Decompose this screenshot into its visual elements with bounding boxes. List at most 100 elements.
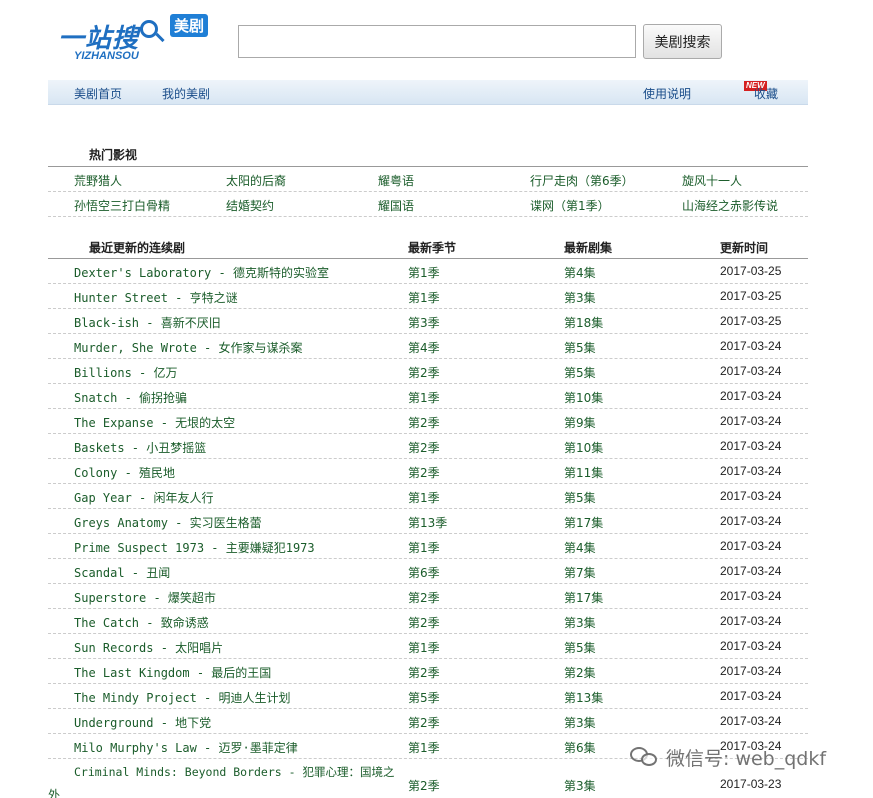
season-cell: 第6季 [408,566,440,580]
nav-help[interactable]: 使用说明 [643,85,691,102]
hot-section-title: 热门影视 [89,148,138,162]
watermark-text: 微信号: web_qdkf [666,747,827,770]
table-row: The Last Kingdom - 最后的王国 第2季 第2集 2017-03-24 [48,659,808,684]
table-row: Scandal - 丑闻 第6季 第7集 2017-03-24 [48,559,808,584]
episode-cell: 第4集 [564,541,596,555]
episode-cell: 第6集 [564,741,596,755]
season-cell: 第2季 [408,716,440,730]
hot-item-link[interactable]: 旋风十一人 [682,172,742,189]
search-button[interactable]: 美剧搜索 [643,24,722,59]
show-title-link[interactable]: Black-ish - 喜新不厌旧 [74,314,221,331]
show-title-link[interactable]: The Expanse - 无垠的太空 [74,414,235,431]
logo-english: YIZHANSOU [74,50,139,62]
show-title-link[interactable]: Murder, She Wrote - 女作家与谋杀案 [74,339,303,356]
hot-item-link[interactable]: 行尸走肉（第6季） [530,172,634,189]
col-season-header: 最新季节 [408,241,457,255]
hot-item-link[interactable]: 耀粤语 [378,172,414,189]
updates-list: Dexter's Laboratory - 德克斯特的实验室 第1季 第4集 2017… [48,259,808,759]
show-title-link[interactable]: Sun Records - 太阳唱片 [74,639,223,656]
table-row: Dexter's Laboratory - 德克斯特的实验室 第1季 第4集 2017… [48,259,808,284]
date-cell: 2017-03-24 [720,689,782,703]
table-row: Greys Anatomy - 实习医生格蕾 第13季 第17集 2017-03-24 [48,509,808,534]
date-cell: 2017-03-24 [720,714,782,728]
season-cell: 第1季 [408,741,440,755]
col-episode-header: 最新剧集 [564,241,613,255]
show-title-link[interactable]: Criminal Minds: Beyond Borders - 犯罪心理：国境… [74,764,394,780]
nav-my-shows[interactable]: 我的美剧 [162,85,210,102]
show-title-link[interactable]: Greys Anatomy - 实习医生格蕾 [74,514,262,531]
date-cell: 2017-03-24 [720,614,782,628]
episode-cell: 第3集 [564,616,596,630]
nav-bar: 美剧首页 我的美剧 使用说明 NEW 收藏 [48,80,808,105]
episode-cell: 第13集 [564,691,604,705]
season-cell: 第1季 [408,291,440,305]
episode-cell: 第10集 [564,441,604,455]
season-cell: 第1季 [408,541,440,555]
hot-row: 荒野猎人 太阳的后裔 耀粤语 行尸走肉（第6季） 旋风十一人 [48,167,808,192]
episode-cell: 第7集 [564,566,596,580]
episode-cell: 第3集 [564,716,596,730]
show-title-wrap[interactable]: 外 [48,786,60,798]
table-row: Snatch - 偷拐抢骗 第1季 第10集 2017-03-24 [48,384,808,409]
hot-item-link[interactable]: 山海经之赤影传说 [682,197,778,214]
show-title-link[interactable]: Prime Suspect 1973 - 主要嫌疑犯1973 [74,539,315,556]
logo-badge: 美剧 [170,14,209,37]
show-title-link[interactable]: Hunter Street - 亨特之谜 [74,289,238,306]
table-row: Underground - 地下党 第2季 第3集 2017-03-24 [48,709,808,734]
date-cell: 2017-03-24 [720,539,782,553]
show-title-link[interactable]: The Mindy Project - 明迪人生计划 [74,689,291,706]
show-title-link[interactable]: Superstore - 爆笑超市 [74,589,216,606]
show-title-link[interactable]: Snatch - 偷拐抢骗 [74,389,187,406]
hot-item-link[interactable]: 太阳的后裔 [226,172,286,189]
hot-item-link[interactable]: 孙悟空三打白骨精 [74,197,170,214]
table-row: Colony - 殖民地 第2季 第11集 2017-03-24 [48,459,808,484]
show-title-link[interactable]: Baskets - 小丑梦摇篮 [74,439,206,456]
season-cell: 第2季 [408,366,440,380]
date-cell: 2017-03-24 [720,664,782,678]
show-title-link[interactable]: Underground - 地下党 [74,714,211,731]
show-title-link[interactable]: Colony - 殖民地 [74,464,175,481]
search-input[interactable] [238,25,636,58]
season-cell: 第2季 [408,416,440,430]
date-cell: 2017-03-24 [720,439,782,453]
show-title-link[interactable]: The Last Kingdom - 最后的王国 [74,664,271,681]
episode-cell: 第11集 [564,466,604,480]
show-title-link[interactable]: Scandal - 丑闻 [74,564,170,581]
site-logo[interactable]: 一站搜 美剧 YIZHANSOU [58,14,218,66]
hot-item-link[interactable]: 结婚契约 [226,197,274,214]
episode-cell: 第10集 [564,391,604,405]
nav-home[interactable]: 美剧首页 [74,85,122,102]
date-cell: 2017-03-24 [720,489,782,503]
season-cell: 第2季 [408,779,440,793]
table-row: The Expanse - 无垠的太空 第2季 第9集 2017-03-24 [48,409,808,434]
season-cell: 第2季 [408,591,440,605]
date-cell: 2017-03-24 [720,639,782,653]
updates-title: 最近更新的连续剧 [89,241,186,255]
col-date-header: 更新时间 [720,241,769,255]
show-title-link[interactable]: Gap Year - 闲年友人行 [74,489,213,506]
table-row: The Catch - 致命诱惑 第2季 第3集 2017-03-24 [48,609,808,634]
show-title-link[interactable]: Billions - 亿万 [74,364,177,381]
episode-cell: 第17集 [564,516,604,530]
show-title-link[interactable]: The Catch - 致命诱惑 [74,614,209,631]
table-row: The Mindy Project - 明迪人生计划 第5季 第13集 2017-03… [48,684,808,709]
magnifier-icon [140,20,158,38]
season-cell: 第13季 [408,516,448,530]
nav-favorite[interactable]: 收藏 [754,85,778,102]
episode-cell: 第3集 [564,291,596,305]
date-cell: 2017-03-24 [720,414,782,428]
season-cell: 第3季 [408,316,440,330]
table-row: Murder, She Wrote - 女作家与谋杀案 第4季 第5集 2017-03… [48,334,808,359]
hot-item-link[interactable]: 荒野猎人 [74,172,122,189]
episode-cell: 第5集 [564,341,596,355]
date-cell: 2017-03-25 [720,264,782,278]
hot-item-link[interactable]: 谍网（第1季） [530,197,610,214]
table-row: Sun Records - 太阳唱片 第1季 第5集 2017-03-24 [48,634,808,659]
wechat-icon [630,744,660,770]
season-cell: 第2季 [408,666,440,680]
table-row: Superstore - 爆笑超市 第2季 第17集 2017-03-24 [48,584,808,609]
season-cell: 第5季 [408,691,440,705]
hot-item-link[interactable]: 耀国语 [378,197,414,214]
show-title-link[interactable]: Milo Murphy's Law - 迈罗·墨菲定律 [74,739,298,756]
show-title-link[interactable]: Dexter's Laboratory - 德克斯特的实验室 [74,264,329,281]
